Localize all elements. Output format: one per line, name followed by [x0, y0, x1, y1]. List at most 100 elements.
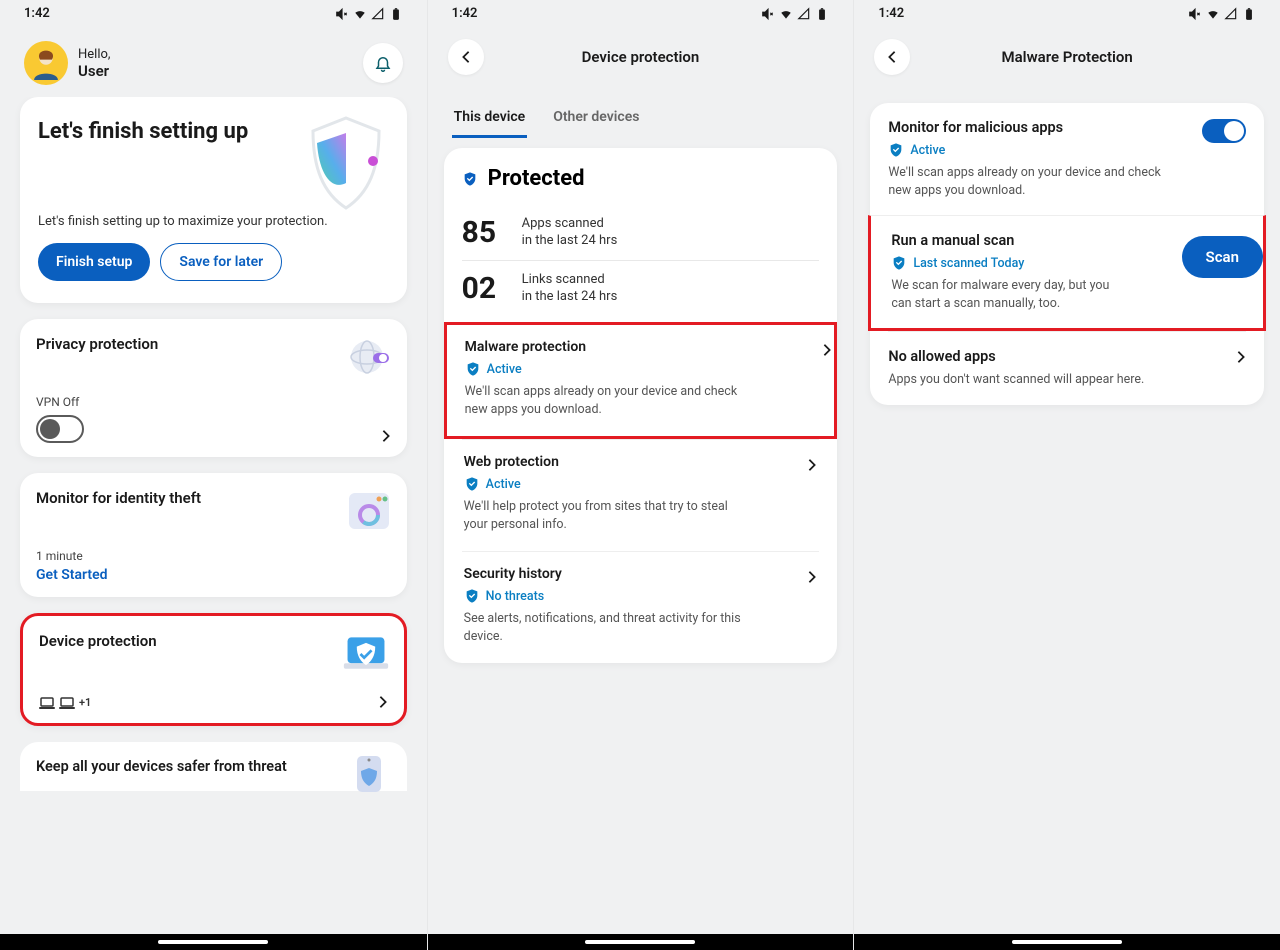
page-header: Malware Protection — [854, 25, 1280, 89]
finish-setup-button[interactable]: Finish setup — [38, 243, 150, 281]
phone-shield-icon — [345, 750, 393, 798]
battery-icon — [389, 7, 403, 21]
stat-links-l2: in the last 24 hrs — [522, 289, 618, 306]
avatar[interactable] — [24, 41, 68, 85]
tab-this-device[interactable]: This device — [452, 99, 528, 138]
home-screen: 1:42 Hello, User Let's finish setting up — [0, 0, 427, 950]
check-icon — [1228, 125, 1240, 137]
chevron-right-icon — [807, 570, 817, 584]
monitor-title: Monitor for malicious apps — [888, 119, 1246, 136]
allowed-apps-row[interactable]: No allowed apps Apps you don't want scan… — [888, 331, 1246, 405]
page-title: Device protection — [582, 48, 700, 66]
vpn-label: VPN Off — [36, 395, 391, 409]
protection-status-card: Protected 85 Apps scanned in the last 24… — [444, 148, 838, 663]
chevron-right-icon — [807, 458, 817, 472]
laptop-icon — [59, 697, 75, 709]
setup-text: Let's finish setting up to maximize your… — [38, 214, 389, 229]
shield-check-icon — [465, 361, 481, 377]
shield-check-icon — [888, 142, 904, 158]
stat-apps: 85 Apps scanned in the last 24 hrs — [462, 205, 820, 260]
malware-desc: We'll scan apps already on your device a… — [465, 383, 745, 418]
web-desc: We'll help protect you from sites that t… — [464, 498, 744, 533]
setup-card: Let's finish setting up Let's finish set… — [20, 97, 407, 303]
chevron-right-icon — [378, 695, 388, 709]
status-icons — [1188, 7, 1256, 21]
history-title: Security history — [464, 566, 818, 582]
shield-graphic — [301, 113, 391, 213]
profile[interactable]: Hello, User — [24, 41, 110, 85]
identity-title: Monitor for identity theft — [36, 489, 391, 507]
android-nav-bar[interactable] — [854, 934, 1280, 950]
shield-check-icon — [464, 476, 480, 492]
page-title: Malware Protection — [1001, 48, 1132, 66]
status-icons — [761, 7, 829, 21]
chevron-right-icon — [1236, 350, 1246, 364]
back-button[interactable] — [448, 39, 484, 75]
web-status: Active — [486, 477, 521, 492]
stat-apps-l1: Apps scanned — [522, 216, 618, 233]
battery-icon — [815, 7, 829, 21]
chevron-left-icon — [461, 50, 471, 64]
save-later-button[interactable]: Save for later — [160, 243, 282, 281]
signal-icon — [371, 7, 385, 21]
stat-links-num: 02 — [462, 271, 506, 306]
tab-other-devices[interactable]: Other devices — [551, 99, 641, 138]
mute-icon — [761, 7, 775, 21]
status-time: 1:42 — [24, 6, 50, 21]
device-tabs: This device Other devices — [428, 99, 854, 138]
device-protection-screen: 1:42 Device protection This device Other… — [427, 0, 854, 950]
identity-sub: 1 minute — [36, 549, 391, 563]
device-count: +1 — [39, 696, 388, 709]
status-time: 1:42 — [878, 6, 904, 21]
stat-apps-l2: in the last 24 hrs — [522, 233, 618, 250]
status-bar: 1:42 — [428, 0, 854, 25]
globe-icon — [345, 333, 393, 381]
malware-protection-row[interactable]: Malware protection Active We'll scan app… — [444, 322, 838, 439]
security-history-row[interactable]: Security history No threats See alerts, … — [462, 551, 820, 663]
chevron-left-icon — [887, 50, 897, 64]
shield-check-icon — [464, 588, 480, 604]
scan-button[interactable]: Scan — [1182, 236, 1263, 278]
shield-check-icon — [891, 255, 907, 271]
shield-check-icon — [462, 171, 478, 187]
status-icons — [335, 7, 403, 21]
mute-icon — [335, 7, 349, 21]
device-plus-count: +1 — [79, 696, 91, 709]
vpn-toggle[interactable] — [36, 415, 84, 443]
stat-links: 02 Links scanned in the last 24 hrs — [462, 260, 820, 316]
greeting-name: User — [78, 62, 110, 80]
allowed-title: No allowed apps — [888, 348, 1246, 365]
device-title: Device protection — [39, 632, 388, 650]
web-title: Web protection — [464, 454, 818, 470]
home-header: Hello, User — [0, 25, 427, 97]
status-time: 1:42 — [452, 6, 478, 21]
manual-desc: We scan for malware every day, but you c… — [891, 277, 1121, 312]
android-nav-bar[interactable] — [428, 934, 854, 950]
android-nav-bar[interactable] — [0, 934, 427, 950]
device-protection-card[interactable]: Device protection +1 — [20, 613, 407, 726]
privacy-card[interactable]: Privacy protection VPN Off — [20, 319, 407, 457]
monitor-toggle[interactable] — [1202, 119, 1246, 143]
protected-label: Protected — [488, 166, 585, 191]
manual-status: Last scanned Today — [913, 256, 1024, 271]
identity-link[interactable]: Get Started — [36, 567, 391, 583]
web-protection-row[interactable]: Web protection Active We'll help protect… — [462, 439, 820, 551]
greeting-hello: Hello, — [78, 47, 110, 62]
mute-icon — [1188, 7, 1202, 21]
home-content: Let's finish setting up Let's finish set… — [0, 97, 427, 950]
malware-title: Malware protection — [465, 339, 817, 355]
stat-links-l1: Links scanned — [522, 272, 618, 289]
devices-safer-title: Keep all your devices safer from threat — [36, 758, 287, 775]
chevron-right-icon — [822, 343, 832, 357]
identity-card[interactable]: Monitor for identity theft 1 minute Get … — [20, 473, 407, 597]
bell-icon — [374, 54, 392, 72]
monitor-status: Active — [910, 143, 945, 158]
back-button[interactable] — [874, 39, 910, 75]
notifications-button[interactable] — [363, 43, 403, 83]
malware-settings-card: Monitor for malicious apps Active We'll … — [870, 103, 1264, 405]
history-desc: See alerts, notifications, and threat ac… — [464, 610, 744, 645]
devices-safer-card[interactable]: Keep all your devices safer from threat — [20, 742, 407, 791]
monitor-apps-row: Monitor for malicious apps Active We'll … — [888, 103, 1246, 215]
wifi-icon — [1206, 7, 1220, 21]
laptop-icon — [39, 697, 55, 709]
